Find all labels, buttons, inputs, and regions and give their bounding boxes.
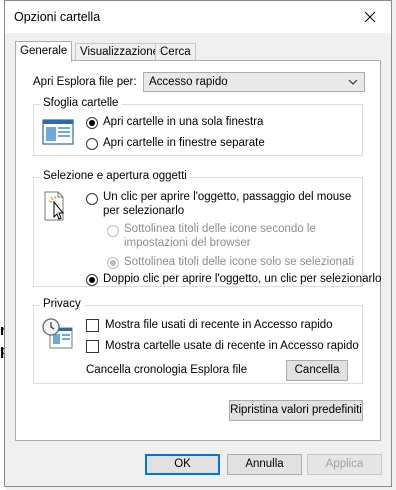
clear-history-label: Cancella cronologia Esplora file — [86, 364, 248, 376]
underline-browser-label-line2: impostazioni del browser — [124, 237, 251, 249]
privacy-clock-icon — [40, 316, 74, 355]
close-icon[interactable] — [357, 5, 383, 29]
restore-defaults-button[interactable]: Ripristina valori predefiniti — [229, 400, 363, 421]
checkbox-recent-files[interactable] — [86, 319, 99, 332]
recent-files-label: Mostra file usati di recente in Accesso … — [105, 319, 333, 331]
open-explorer-label: Apri Esplora file per: — [33, 76, 137, 88]
cancel-button[interactable]: Annulla — [227, 454, 302, 475]
tab-visualizzazione[interactable]: Visualizzazione — [75, 43, 165, 60]
same-window-label: Apri cartelle in una sola finestra — [103, 116, 264, 128]
click-items-group: Selezione e apertura oggetti Un clic per… — [33, 170, 381, 287]
tab-generale[interactable]: Generale — [15, 41, 73, 62]
tab-cerca[interactable]: Cerca — [155, 43, 196, 60]
underline-hover-label: Sottolinea titoli delle icone solo se se… — [124, 256, 355, 268]
general-tab-panel: Apri Esplora file per: Accesso rapido Sf… — [15, 60, 381, 441]
privacy-legend: Privacy — [40, 298, 84, 310]
single-click-label-line1: Un clic per aprire l'oggetto, passaggio … — [103, 191, 352, 203]
clear-history-button[interactable]: Cancella — [286, 360, 348, 381]
radio-underline-browser[interactable] — [107, 225, 119, 237]
privacy-group: Privacy Mostra file usati di recente in … — [33, 298, 363, 384]
double-click-label: Doppio clic per aprire l'oggetto, un cli… — [103, 273, 382, 285]
underline-browser-label-line1: Sottolinea titoli delle icone secondo le — [124, 223, 316, 235]
browse-folders-group: Sfoglia cartelle Apri cartelle in una so… — [33, 97, 363, 156]
radio-underline-hover[interactable] — [107, 257, 119, 269]
radio-separate-windows[interactable] — [86, 138, 98, 150]
radio-single-click[interactable] — [86, 193, 98, 205]
open-explorer-select[interactable]: Accesso rapido — [143, 72, 365, 92]
folder-windows-icon — [42, 119, 74, 148]
folder-options-dialog: Opzioni cartella Generale Visualizzazion… — [4, 0, 392, 487]
apply-button[interactable]: Applica — [307, 454, 382, 475]
click-items-legend: Selezione e apertura oggetti — [40, 170, 190, 182]
window-title: Opzioni cartella — [14, 10, 101, 24]
chevron-down-icon — [347, 75, 359, 92]
single-click-label-line2: per selezionarlo — [103, 205, 185, 217]
browse-folders-legend: Sfoglia cartelle — [40, 97, 122, 109]
cursor-click-icon — [42, 190, 72, 227]
recent-folders-label: Mostra cartelle usate di recente in Acce… — [105, 340, 359, 352]
open-explorer-value: Accesso rapido — [149, 76, 228, 88]
title-bar: Opzioni cartella — [5, 1, 391, 33]
checkbox-recent-folders[interactable] — [86, 340, 99, 353]
separate-windows-label: Apri cartelle in finestre separate — [103, 137, 265, 149]
ok-button[interactable]: OK — [145, 454, 220, 475]
radio-double-click[interactable] — [86, 274, 98, 286]
radio-same-window[interactable] — [86, 117, 98, 129]
